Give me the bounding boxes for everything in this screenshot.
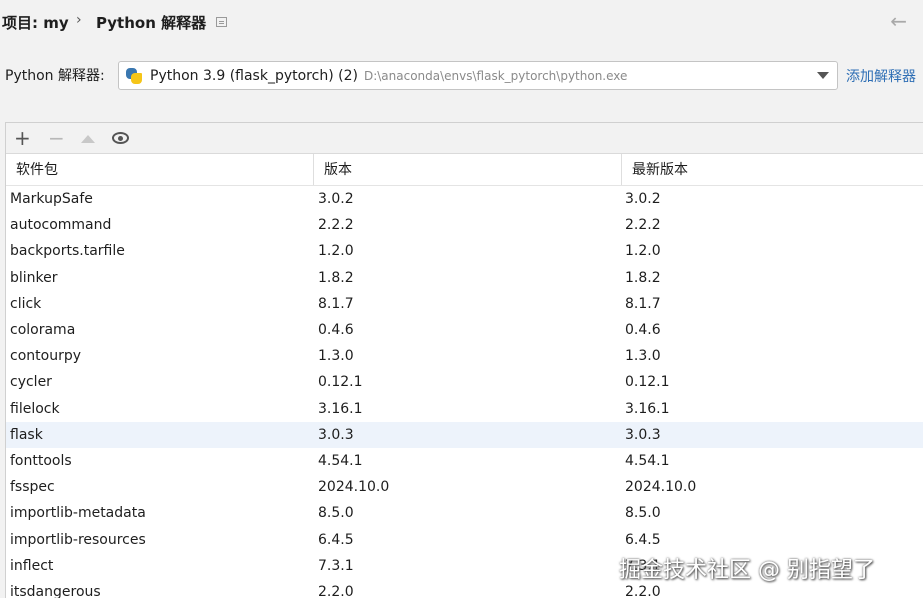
package-name-cell: blinker [10,269,58,286]
table-row[interactable]: fsspec 2024.10.0 2024.10.0 [6,474,923,500]
page-title: Python 解释器 [96,14,207,32]
packages-table-body: MarkupSafe 3.0.2 3.0.2 autocommand 2.2.2 2.2.… [6,186,923,598]
add-interpreter-link[interactable]: 添加解释器 [846,66,916,86]
upgrade-package-icon[interactable] [81,135,95,143]
column-header-package[interactable]: 软件包 [6,154,314,185]
version-cell: 1.2.0 [318,243,354,260]
package-name-cell: colorama [10,322,76,339]
package-name-cell: inflect [10,557,54,574]
python-icon [125,67,143,85]
table-row[interactable]: click 8.1.7 8.1.7 [6,291,923,317]
add-package-icon[interactable]: + [14,126,31,150]
version-cell: 1.3.0 [318,348,354,365]
version-cell: 1.8.2 [318,269,354,286]
breadcrumb: 项目: my › Python 解释器 ← [0,0,923,46]
table-row[interactable]: autocommand 2.2.2 2.2.2 [6,212,923,238]
table-row[interactable]: importlib-resources 6.4.5 6.4.5 [6,526,923,552]
package-name-cell: cycler [10,374,52,391]
package-name-cell: importlib-resources [10,531,146,548]
version-cell: 2.2.0 [318,583,354,598]
chevron-down-icon[interactable] [817,72,829,79]
interpreter-select[interactable]: Python 3.9 (flask_pytorch) (2) D:\anacon… [118,61,838,90]
package-name-cell: itsdangerous [10,583,101,598]
latest-version-cell: 3.0.3 [625,426,661,443]
packages-panel: + − 软件包 版本 最新版本 MarkupSafe 3.0.2 3.0.2 auto… [5,122,923,598]
version-cell: 2.2.2 [318,217,354,234]
table-row[interactable]: colorama 0.4.6 0.4.6 [6,317,923,343]
latest-version-cell: 8.5.0 [625,505,661,522]
version-cell: 3.16.1 [318,400,363,417]
package-name-cell: autocommand [10,217,112,234]
table-row[interactable]: flask 3.0.3 3.0.3 [6,421,923,448]
package-name-cell: MarkupSafe [10,191,93,208]
version-cell: 3.0.3 [318,426,354,443]
breadcrumb-project[interactable]: 项目: my [2,12,69,33]
latest-version-cell: 1.2.0 [625,243,661,260]
table-row[interactable]: importlib-metadata 8.5.0 8.5.0 [6,500,923,526]
interpreter-name: Python 3.9 (flask_pytorch) (2) [150,67,358,84]
version-cell: 7.3.1 [318,557,354,574]
version-cell: 0.4.6 [318,322,354,339]
latest-version-cell: 1.8.2 [625,269,661,286]
package-name-cell: filelock [10,400,60,417]
latest-version-cell: 8.1.7 [625,295,661,312]
latest-version-cell: 3.16.1 [625,400,670,417]
table-row[interactable]: MarkupSafe 3.0.2 3.0.2 [6,186,923,212]
latest-version-cell: 0.12.1 [625,374,670,391]
show-early-releases-icon[interactable] [112,132,129,144]
version-cell: 0.12.1 [318,374,363,391]
package-name-cell: click [10,295,42,312]
latest-version-cell: 6.4.5 [625,531,661,548]
latest-version-cell: 4.54.1 [625,452,670,469]
table-row[interactable]: cycler 0.12.1 0.12.1 [6,369,923,395]
version-cell: 4.54.1 [318,452,363,469]
latest-version-cell: 3.0.2 [625,191,661,208]
remove-package-icon[interactable]: − [48,126,65,150]
interpreter-path: D:\anaconda\envs\flask_pytorch\python.ex… [363,68,628,83]
version-cell: 6.4.5 [318,531,354,548]
breadcrumb-separator-icon: › [76,12,82,28]
latest-version-cell: 0.4.6 [625,322,661,339]
package-name-cell: fsspec [10,479,55,496]
package-name-cell: backports.tarfile [10,243,125,260]
column-header-latest-version[interactable]: 最新版本 [622,154,923,185]
version-cell: 2024.10.0 [318,479,390,496]
package-name-cell: flask [10,426,43,443]
package-name-cell: contourpy [10,348,81,365]
package-name-cell: importlib-metadata [10,505,146,522]
back-arrow-icon[interactable]: ← [890,9,907,33]
latest-version-cell: 2.2.0 [625,583,661,598]
column-header-version[interactable]: 版本 [314,154,622,185]
latest-version-cell: 2024.10.0 [625,479,697,496]
version-cell: 8.1.7 [318,295,354,312]
table-row[interactable]: blinker 1.8.2 1.8.2 [6,265,923,291]
page-settings-icon[interactable] [216,17,227,27]
version-cell: 3.0.2 [318,191,354,208]
latest-version-cell: 2.2.2 [625,217,661,234]
version-cell: 8.5.0 [318,505,354,522]
packages-toolbar: + − [6,123,923,154]
package-name-cell: fonttools [10,452,72,469]
table-header: 软件包 版本 最新版本 [6,154,923,186]
latest-version-cell: 1.3.0 [625,348,661,365]
watermark: 掘金技术社区 @ 别指望了 [619,558,875,583]
table-row[interactable]: fonttools 4.54.1 4.54.1 [6,448,923,474]
table-row[interactable]: contourpy 1.3.0 1.3.0 [6,343,923,369]
interpreter-label: Python 解释器: [5,68,105,84]
table-row[interactable]: backports.tarfile 1.2.0 1.2.0 [6,238,923,264]
table-row[interactable]: filelock 3.16.1 3.16.1 [6,396,923,422]
